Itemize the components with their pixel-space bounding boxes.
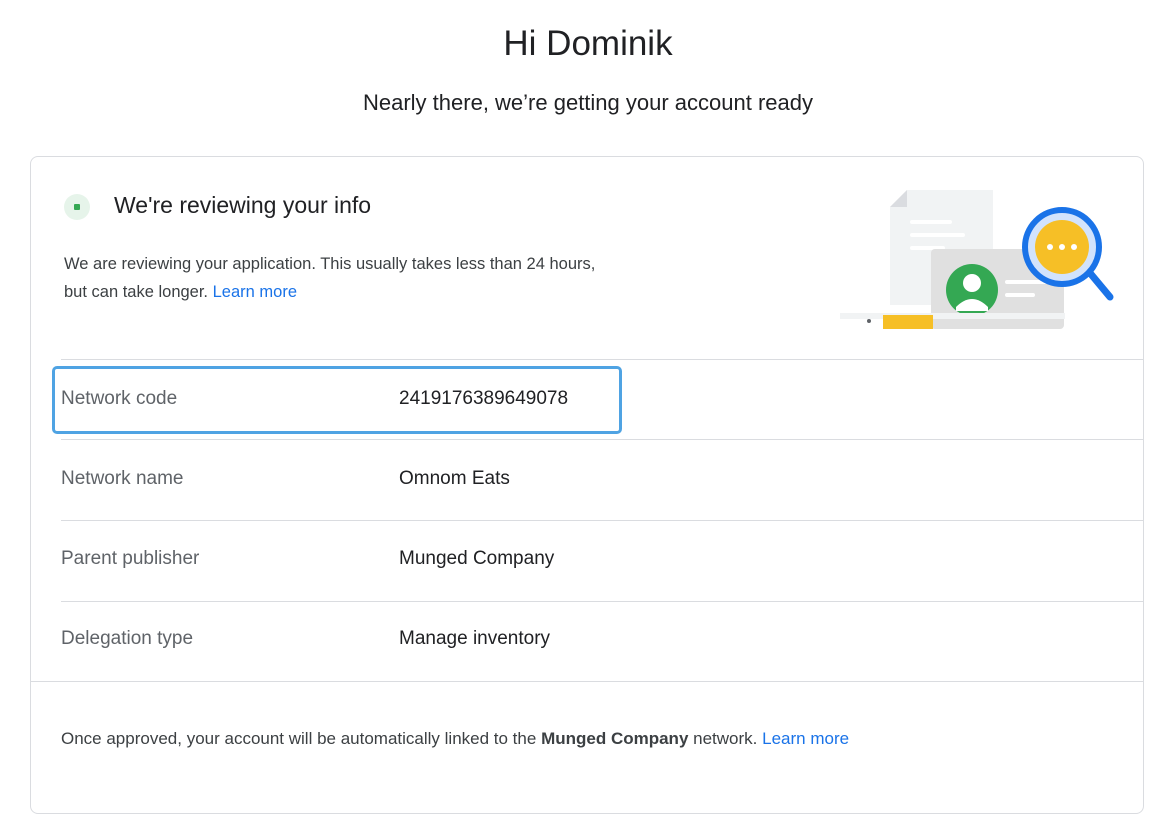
- approval-note-company: Munged Company: [541, 729, 689, 748]
- approval-note-text: Once approved, your account will be auto…: [61, 729, 537, 748]
- approval-note: Once approved, your account will be auto…: [61, 729, 849, 749]
- delegation-type-value: Manage inventory: [399, 628, 551, 649]
- page-subtitle: Nearly there, we’re getting your account…: [362, 90, 813, 115]
- status-dot-icon: [64, 194, 90, 220]
- parent-publisher-value: Munged Company: [399, 548, 555, 569]
- row-divider: [61, 520, 1144, 521]
- footer-learn-more-link[interactable]: Learn more: [762, 729, 849, 748]
- footer-divider: [31, 681, 1143, 682]
- network-code-label: Network code: [61, 388, 178, 409]
- approval-note-text-end: network.: [693, 729, 758, 748]
- network-code-value: 2419176389649078: [399, 388, 569, 409]
- review-learn-more-link[interactable]: Learn more: [213, 283, 297, 301]
- top-divider: [61, 359, 1144, 360]
- row-divider: [61, 601, 1144, 602]
- greeting-title: Hi Dominik: [503, 24, 673, 63]
- review-title: We're reviewing your info: [114, 192, 372, 218]
- review-description-text-2: but can take longer.: [64, 283, 209, 301]
- network-name-value: Omnom Eats: [399, 468, 510, 489]
- delegation-type-label: Delegation type: [61, 628, 194, 649]
- parent-publisher-label: Parent publisher: [61, 548, 200, 569]
- review-description-text: We are reviewing your application. This …: [64, 255, 596, 273]
- review-description: We are reviewing your application. This …: [64, 250, 764, 306]
- document-review-illustration: [840, 190, 1114, 329]
- row-divider: [61, 439, 1144, 440]
- network-name-label: Network name: [61, 468, 184, 489]
